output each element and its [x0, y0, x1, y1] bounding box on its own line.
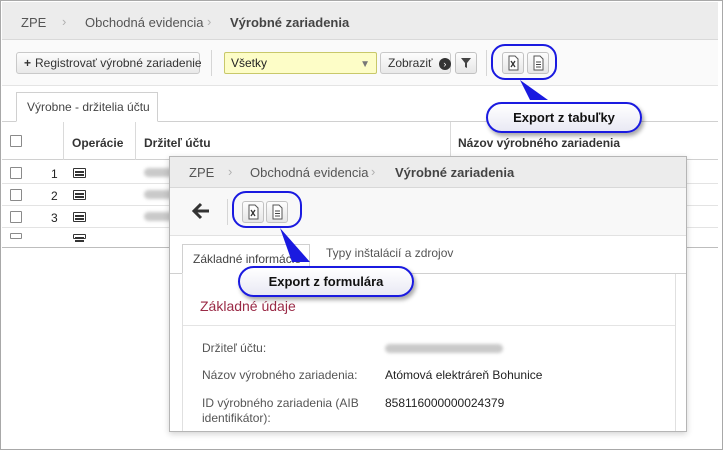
- filter-select[interactable]: Všetky ▼: [224, 52, 377, 74]
- section-title: Základné údaje: [200, 298, 296, 314]
- breadcrumb-item-zpe[interactable]: ZPE: [189, 165, 214, 180]
- section-divider: [183, 325, 675, 326]
- tab-vyrobne-drzitelia-uctu[interactable]: Výrobne - držitelia účtu: [16, 92, 158, 122]
- chevron-right-icon: ›: [62, 14, 67, 29]
- row-checkbox[interactable]: [10, 167, 22, 179]
- toolbar: + Registrovať výrobné zariadenie Všetky ▼…: [2, 40, 718, 86]
- callout-table-export: Export z tabuľky: [486, 102, 642, 133]
- register-device-button[interactable]: + Registrovať výrobné zariadenie: [16, 52, 202, 74]
- show-button[interactable]: Zobraziť ›: [380, 52, 451, 74]
- toolbar-divider: [211, 50, 212, 76]
- column-header-operacie[interactable]: Operácie: [72, 136, 123, 150]
- breadcrumb-current: Výrobné zariadenia: [395, 165, 515, 180]
- row-checkbox[interactable]: [10, 233, 22, 239]
- highlight-ring-form-export: [232, 191, 302, 228]
- arrow-right-circle-icon: ›: [438, 58, 451, 70]
- breadcrumb-current: Výrobné zariadenia: [230, 15, 350, 30]
- field-label-id: ID výrobného zariadenia (AIB identifikát…: [202, 396, 359, 425]
- breadcrumb: ZPE › Obchodná evidencia › Výrobné zaria…: [2, 2, 718, 40]
- back-arrow-icon[interactable]: [190, 200, 212, 222]
- toolbar-divider: [227, 199, 228, 225]
- chevron-right-icon: ›: [228, 164, 233, 179]
- toolbar-divider: [486, 50, 487, 76]
- row-number: 1: [51, 167, 58, 181]
- column-header-drzitel-uctu[interactable]: Držiteľ účtu: [144, 136, 211, 150]
- field-label-nazov: Názov výrobného zariadenia:: [202, 368, 358, 382]
- breadcrumb-item-zpe[interactable]: ZPE: [21, 15, 46, 30]
- select-all-checkbox[interactable]: [10, 135, 22, 147]
- column-divider: [135, 122, 136, 160]
- field-value-id: 858116000000024379: [385, 396, 505, 410]
- row-checkbox[interactable]: [10, 189, 22, 201]
- row-number: 2: [51, 189, 58, 203]
- form-body: Základné údaje Držiteľ účtu: Názov výrob…: [182, 274, 676, 431]
- field-value-nazov: Atómová elektráreň Bohunice: [385, 368, 543, 382]
- detail-list-icon[interactable]: [73, 212, 86, 222]
- filter-select-value: Všetky: [231, 56, 268, 70]
- chevron-right-icon: ›: [371, 164, 376, 179]
- row-checkbox[interactable]: [10, 211, 22, 223]
- chevron-down-icon: ▼: [360, 59, 370, 70]
- column-divider: [450, 122, 451, 160]
- breadcrumb-item-obchodna-evidencia[interactable]: Obchodná evidencia: [250, 165, 369, 180]
- breadcrumb-item-obchodna-evidencia[interactable]: Obchodná evidencia: [85, 15, 204, 30]
- row-number: 3: [51, 211, 58, 225]
- redacted-value: [385, 344, 503, 353]
- plus-icon: +: [24, 56, 32, 70]
- column-header-nazov[interactable]: Názov výrobného zariadenia: [458, 136, 620, 150]
- detail-list-icon[interactable]: [73, 168, 86, 178]
- filter-button[interactable]: [455, 52, 477, 74]
- tab-typy-instalacii[interactable]: Typy inštalácií a zdrojov: [316, 239, 463, 269]
- breadcrumb: ZPE › Obchodná evidencia › Výrobné zaria…: [170, 157, 686, 188]
- field-label-drzitel-uctu: Držiteľ účtu:: [202, 341, 267, 355]
- register-device-label: Registrovať výrobné zariadenie: [35, 56, 202, 70]
- highlight-ring-table-export: [491, 44, 557, 80]
- detail-list-icon[interactable]: [73, 234, 86, 239]
- funnel-icon: [461, 58, 471, 68]
- chevron-right-icon: ›: [207, 14, 212, 29]
- show-label: Zobraziť: [388, 56, 433, 70]
- callout-form-export: Export z formulára: [238, 266, 414, 297]
- detail-list-icon[interactable]: [73, 190, 86, 200]
- column-divider: [63, 122, 64, 160]
